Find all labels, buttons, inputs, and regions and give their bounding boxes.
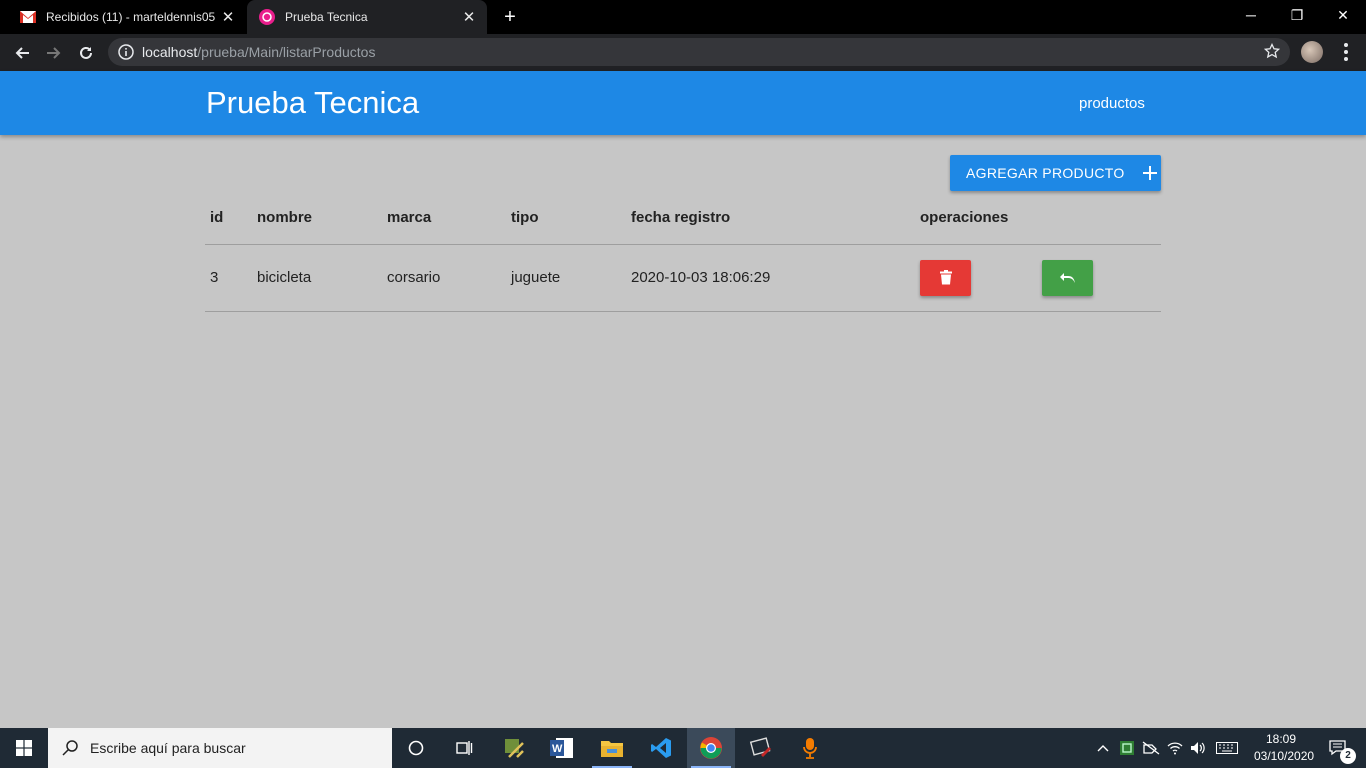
trash-icon (939, 270, 952, 285)
chrome-icon[interactable] (687, 728, 735, 768)
tab-prueba-tecnica[interactable]: Prueba Tecnica ✕ (247, 0, 487, 34)
taskbar-clock[interactable]: 18:09 03/10/2020 (1254, 731, 1315, 765)
plus-icon (1142, 166, 1157, 180)
recorder-icon[interactable] (786, 728, 834, 768)
task-view-icon[interactable] (440, 728, 488, 768)
cell-fecha: 2020-10-03 18:06:29 (626, 244, 915, 312)
header-nombre: nombre (252, 192, 382, 245)
volume-icon[interactable] (1187, 728, 1209, 768)
cell-tipo: juguete (506, 244, 626, 312)
header-marca: marca (382, 192, 506, 245)
add-product-label: AGREGAR PRODUCTO (966, 165, 1125, 181)
products-table: id nombre marca tipo fecha registro oper… (205, 192, 1161, 312)
cell-marca: corsario (382, 244, 506, 312)
header-fecha-registro: fecha registro (626, 192, 915, 245)
keyboard-icon[interactable] (1213, 728, 1241, 768)
menu-icon[interactable] (1336, 40, 1356, 64)
reload-icon[interactable] (72, 39, 100, 67)
new-tab-icon[interactable]: + (498, 5, 522, 29)
table-header-row: id nombre marca tipo fecha registro oper… (205, 192, 1161, 245)
notification-count: 2 (1340, 748, 1356, 764)
taskbar-search[interactable]: Escribe aquí para buscar (48, 728, 392, 768)
search-placeholder: Escribe aquí para buscar (90, 740, 246, 756)
info-icon[interactable] (118, 44, 134, 60)
cell-restore (1037, 244, 1161, 312)
back-icon[interactable] (8, 39, 36, 67)
wifi-icon[interactable] (1164, 728, 1186, 768)
search-icon (62, 740, 78, 756)
taskbar: Escribe aquí para buscar W 18:09 03/10/2… (0, 728, 1366, 768)
address-bar[interactable]: localhost/prueba/Main/listarProductos (108, 38, 1290, 66)
cell-nombre: bicicleta (252, 244, 382, 312)
word-icon[interactable]: W (538, 728, 586, 768)
vscode-icon[interactable] (637, 728, 685, 768)
svg-text:W: W (552, 743, 563, 755)
header-empty (1037, 192, 1161, 245)
tab-strip: Recibidos (11) - marteldennis05@ ✕ Prueb… (0, 0, 1366, 34)
app-favicon (259, 9, 275, 25)
tools-app-icon[interactable] (490, 728, 538, 768)
tray-app-icon[interactable] (1116, 728, 1138, 768)
tab-close-icon[interactable]: ✕ (216, 8, 240, 26)
undo-button[interactable] (1042, 259, 1093, 296)
pen-app-icon[interactable] (737, 728, 785, 768)
table-row: 3 bicicleta corsario juguete 2020-10-03 … (205, 244, 1161, 312)
clock-date: 03/10/2020 (1254, 749, 1315, 763)
app-navbar: Prueba Tecnica productos (0, 71, 1366, 135)
nav-link-productos[interactable]: productos (1079, 95, 1145, 112)
cell-delete (915, 244, 1037, 312)
tab-title: Prueba Tecnica (285, 10, 368, 24)
network-disabled-icon[interactable] (1140, 728, 1162, 768)
brand-title[interactable]: Prueba Tecnica (206, 85, 419, 121)
minimize-icon[interactable]: ─ (1228, 0, 1274, 30)
browser-toolbar: localhost/prueba/Main/listarProductos (0, 34, 1366, 71)
notifications-icon[interactable]: 2 (1318, 728, 1358, 768)
close-window-icon[interactable]: ✕ (1320, 0, 1366, 30)
forward-icon[interactable] (40, 39, 68, 67)
delete-button[interactable] (920, 259, 971, 296)
cell-id: 3 (205, 244, 252, 312)
tray-expand-icon[interactable] (1093, 728, 1113, 768)
url-text: localhost/prueba/Main/listarProductos (142, 44, 376, 60)
clock-time: 18:09 (1265, 732, 1297, 746)
profile-avatar[interactable] (1301, 41, 1323, 63)
add-product-button[interactable]: AGREGAR PRODUCTO (950, 155, 1161, 191)
header-id: id (205, 192, 252, 245)
file-explorer-icon[interactable] (588, 728, 636, 768)
tab-close-icon[interactable]: ✕ (457, 8, 481, 26)
header-tipo: tipo (506, 192, 626, 245)
tab-title: Recibidos (11) - marteldennis05@ (46, 10, 216, 24)
cortana-icon[interactable] (392, 728, 440, 768)
gmail-icon (20, 9, 36, 25)
header-operaciones: operaciones (915, 192, 1037, 245)
windows-start-icon[interactable] (0, 728, 48, 768)
restore-icon[interactable]: ❐ (1274, 0, 1320, 30)
bookmark-star-icon[interactable] (1264, 43, 1280, 59)
tab-gmail[interactable]: Recibidos (11) - marteldennis05@ ✕ (8, 0, 246, 34)
undo-icon (1059, 272, 1075, 283)
